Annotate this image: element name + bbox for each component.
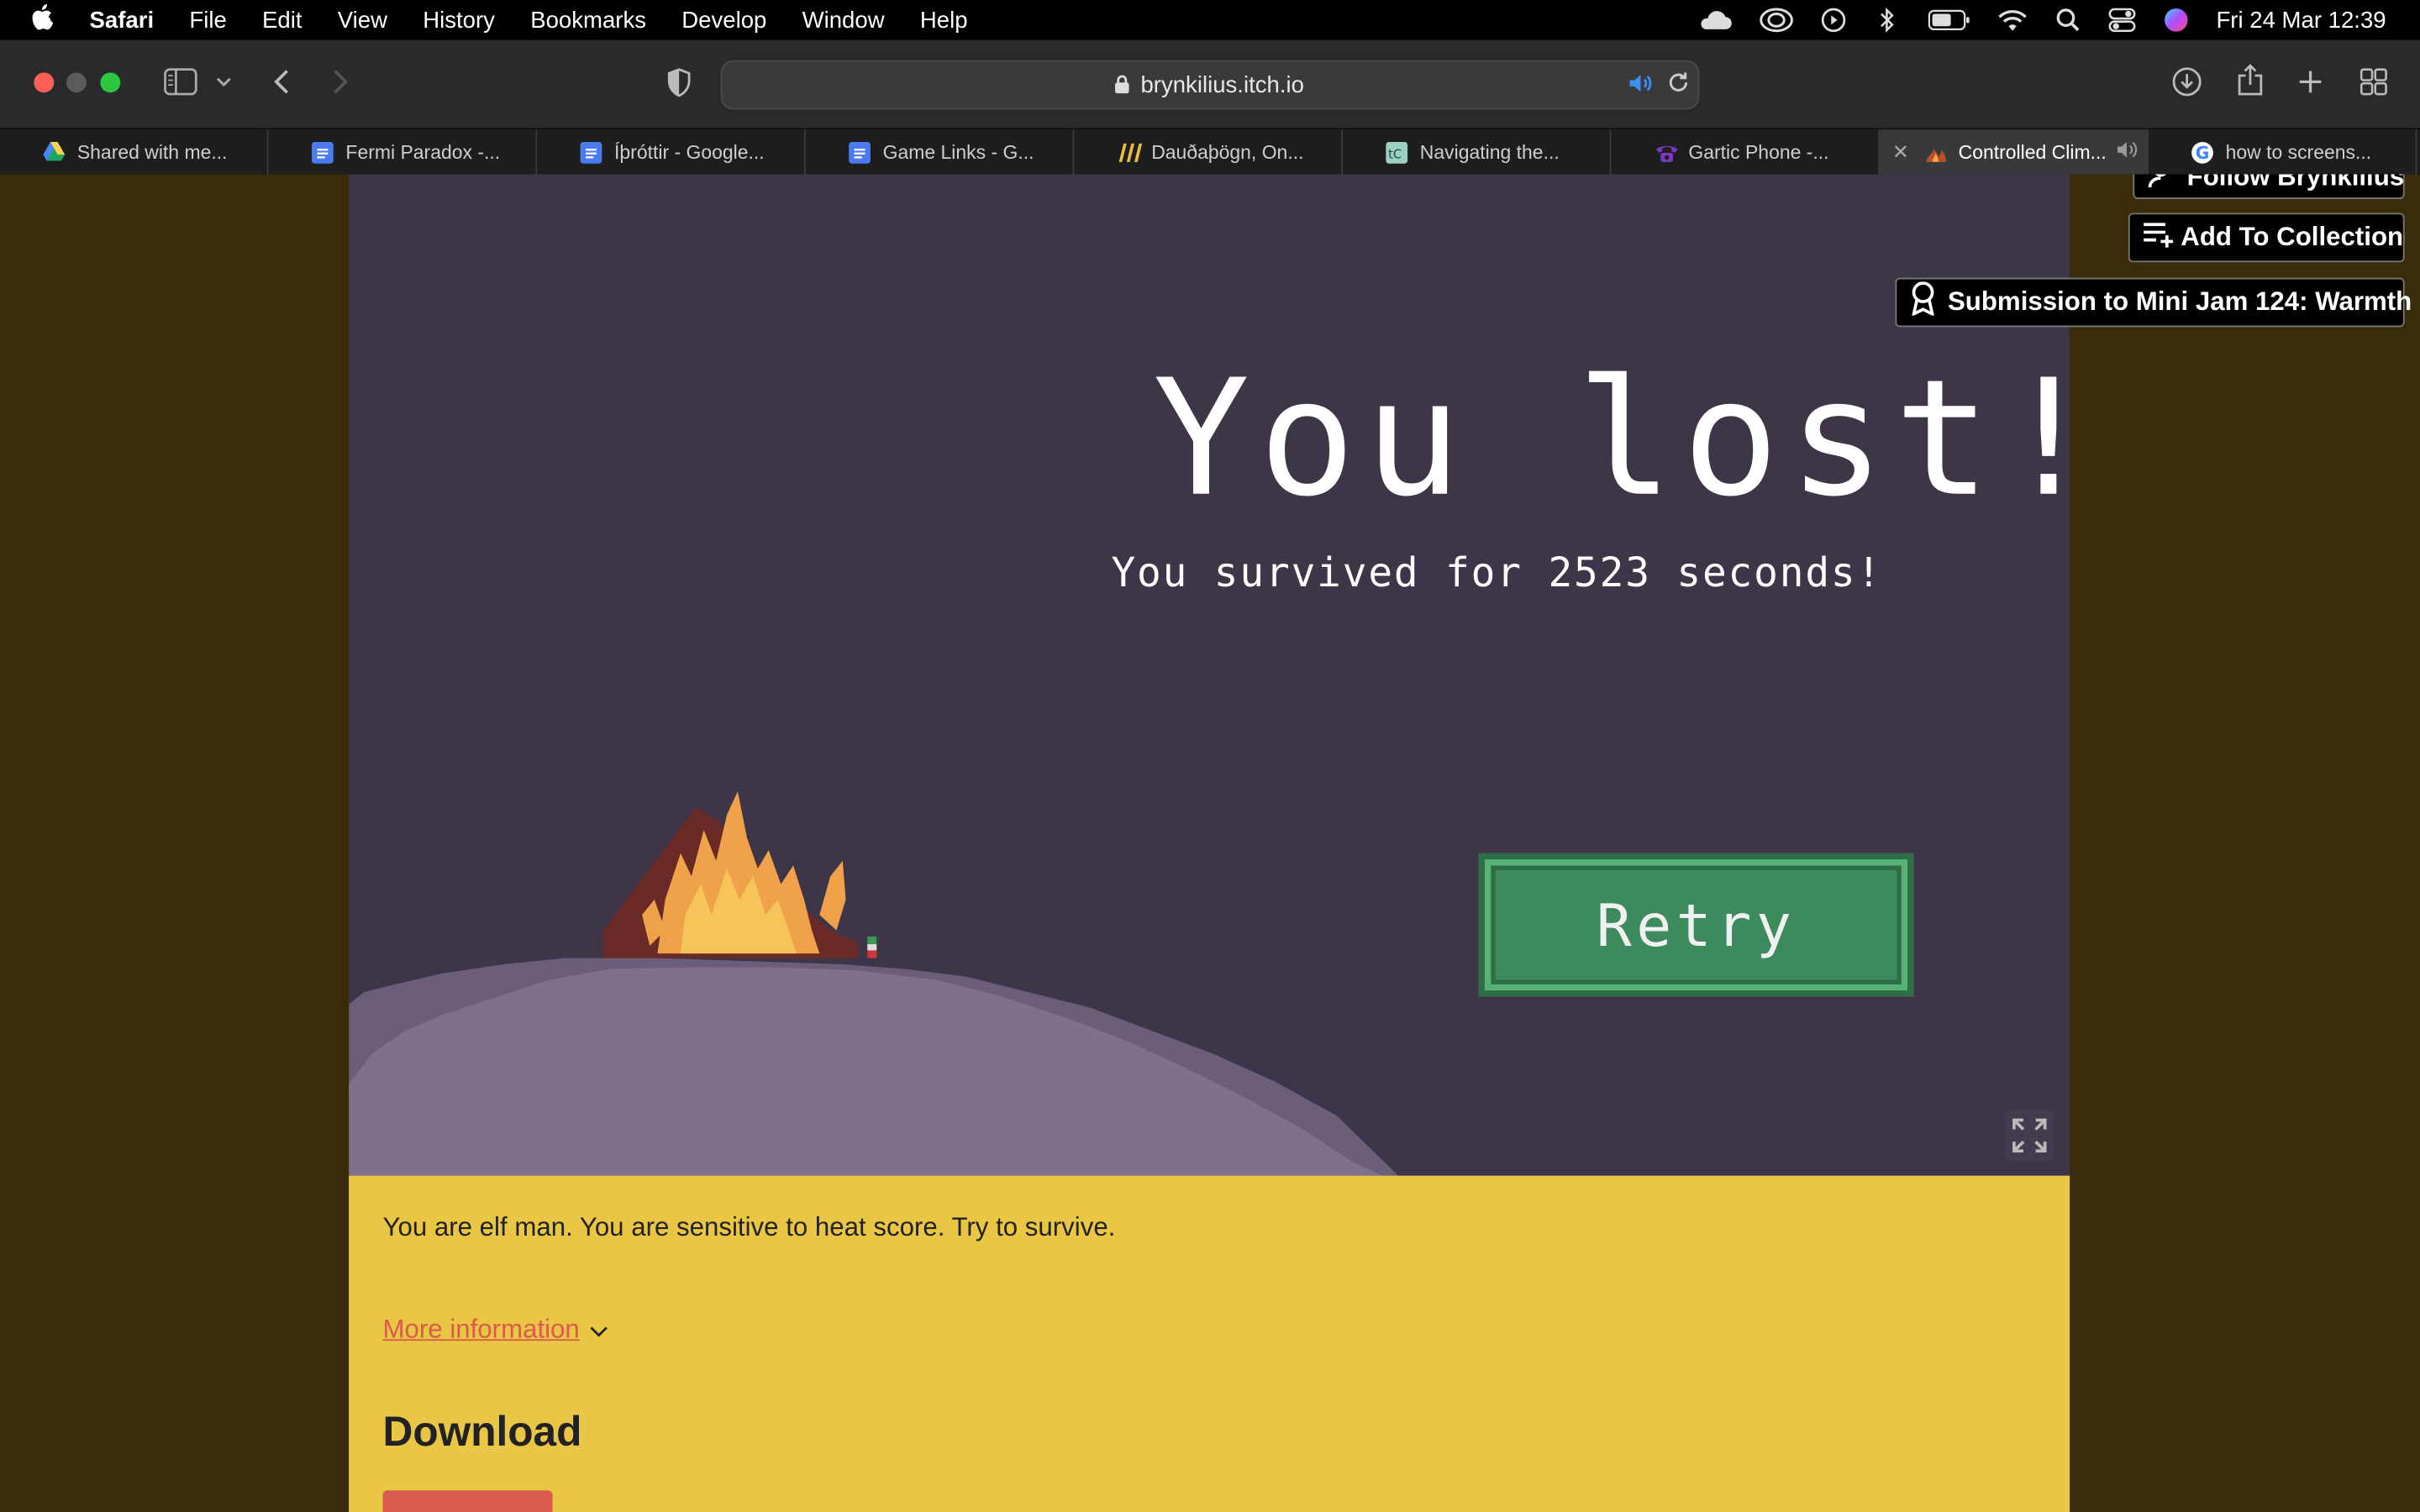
tab-fermi-paradox[interactable]: Fermi Paradox -...	[269, 129, 538, 175]
menubar-status-area: Fri 24 Mar 12:39	[1696, 0, 2420, 40]
elf-character	[867, 936, 877, 958]
macos-menubar: Safari File Edit View History Bookmarks …	[0, 0, 2420, 40]
download-button[interactable]	[382, 1490, 553, 1512]
control-center-icon[interactable]	[2108, 8, 2136, 33]
browser-toolbar: brynkilius.itch.io	[0, 39, 2420, 130]
address-text: brynkilius.itch.io	[1140, 72, 1304, 99]
playlist-add-icon	[2142, 220, 2175, 255]
game-canvas[interactable]: You lost! You survived for 2523 seconds!…	[349, 174, 2070, 1176]
siri-icon[interactable]	[2162, 8, 2190, 32]
tab-overview-icon[interactable]	[2360, 68, 2387, 96]
tab-label: Shared with me...	[76, 141, 228, 163]
tab-label: Navigating the...	[1419, 141, 1560, 163]
page-viewport: You lost! You survived for 2523 seconds!…	[0, 174, 2420, 1512]
address-bar[interactable]: brynkilius.itch.io	[720, 60, 1700, 110]
bluetooth-icon[interactable]	[1874, 8, 1902, 33]
stripes-icon	[1118, 141, 1143, 163]
back-icon[interactable]	[271, 68, 290, 96]
menu-help[interactable]: Help	[920, 7, 968, 33]
google-docs-icon	[849, 141, 871, 163]
submission-label: Submission to Mini Jam 124: Warmth	[1947, 286, 2412, 317]
icloud-icon[interactable]	[1696, 8, 1733, 32]
privacy-shield-icon[interactable]	[666, 68, 691, 97]
tab-label: Íþróttir - Google...	[614, 141, 765, 163]
tab-how-to-screenshot[interactable]: G how to screens...	[2149, 129, 2417, 175]
google-drive-icon	[43, 141, 66, 163]
game-description-panel: You are elf man. You are sensitive to he…	[349, 1175, 2070, 1512]
tab-shared-with-me[interactable]: Shared with me...	[0, 129, 269, 175]
tab-daudathogn[interactable]: Dauðaþögn, On...	[1074, 129, 1343, 175]
creative-cloud-icon[interactable]	[1760, 8, 1793, 33]
more-information-link[interactable]: More information	[383, 1315, 608, 1346]
wifi-icon[interactable]	[1997, 8, 2028, 32]
window-zoom-button[interactable]	[100, 72, 121, 93]
retry-label: Retry	[1596, 890, 1797, 959]
sidebar-toggle-icon[interactable]	[164, 68, 197, 96]
menu-window[interactable]: Window	[802, 7, 885, 33]
chevron-down-icon	[589, 1315, 608, 1346]
menubar-clock[interactable]: Fri 24 Mar 12:39	[2216, 7, 2386, 33]
campfire-sprite	[603, 791, 859, 958]
tab-close-icon[interactable]: ✕	[1892, 139, 1909, 164]
add-to-collection-button[interactable]: Add To Collection	[2128, 213, 2405, 263]
tab-label: Dauðaþögn, On...	[1151, 141, 1304, 163]
tab-label: Controlled Clim...	[1958, 141, 2107, 163]
game-scene	[349, 791, 1399, 1176]
tab-gartic-phone[interactable]: Gartic Phone -...	[1612, 129, 1881, 175]
survival-time-text: You survived for 2523 seconds!	[1111, 550, 1883, 597]
follow-button[interactable]: Follow Brynkilius	[2133, 174, 2405, 199]
tab-navigating[interactable]: tC Navigating the...	[1343, 129, 1612, 175]
menu-file[interactable]: File	[189, 7, 226, 33]
tab-audio-icon[interactable]	[2116, 140, 2138, 164]
chevron-down-icon[interactable]	[216, 76, 231, 88]
tab-bar: Shared with me... Fermi Paradox -... Íþr…	[0, 129, 2420, 175]
google-docs-icon	[312, 141, 334, 163]
apple-menu-icon[interactable]	[31, 3, 62, 38]
forward-icon[interactable]	[332, 68, 350, 96]
award-ribbon-icon	[1909, 281, 1937, 323]
window-close-button[interactable]	[34, 72, 55, 93]
reload-icon[interactable]	[1667, 71, 1691, 94]
retry-button[interactable]: Retry	[1478, 853, 1914, 997]
tab-label: how to screens...	[2225, 141, 2372, 163]
collection-label: Add To Collection	[2181, 222, 2404, 252]
game-description-text: You are elf man. You are sensitive to he…	[382, 1212, 1116, 1242]
user-icon	[2147, 174, 2178, 196]
new-tab-icon[interactable]	[2298, 70, 2323, 94]
tab-label: Game Links - G...	[882, 141, 1034, 163]
google-icon: G	[2191, 141, 2213, 163]
tc-icon: tC	[1386, 141, 1408, 163]
tab-label: Gartic Phone -...	[1688, 141, 1829, 163]
fullscreen-icon	[2012, 1118, 2047, 1153]
more-information-label: More information	[382, 1314, 580, 1344]
battery-icon[interactable]	[1928, 8, 1970, 32]
app-menu-safari[interactable]: Safari	[90, 7, 155, 33]
tab-controlled-climate[interactable]: ✕ Controlled Clim...	[1880, 129, 2149, 175]
tab-game-links[interactable]: Game Links - G...	[806, 129, 1075, 175]
menu-edit[interactable]: Edit	[262, 7, 302, 33]
game-over-title: You lost!	[1153, 344, 2070, 533]
download-heading: Download	[382, 1408, 582, 1456]
fullscreen-button[interactable]	[2004, 1110, 2054, 1161]
menu-view[interactable]: View	[338, 7, 387, 33]
tab-label: Fermi Paradox -...	[345, 141, 501, 163]
play-circle-icon[interactable]	[1819, 8, 1847, 33]
follow-label: Follow Brynkilius	[2186, 174, 2405, 192]
phone-icon	[1655, 141, 1678, 163]
tab-ithrottir[interactable]: Íþróttir - Google...	[537, 129, 806, 175]
spotlight-search-icon[interactable]	[2054, 8, 2082, 32]
menu-history[interactable]: History	[423, 7, 495, 33]
downloads-icon[interactable]	[2171, 66, 2202, 97]
google-docs-icon	[580, 141, 602, 163]
menu-develop[interactable]: Develop	[681, 7, 766, 33]
fire-icon	[1924, 141, 1946, 163]
share-icon[interactable]	[2236, 63, 2264, 97]
audio-playing-icon[interactable]	[1628, 72, 1653, 94]
svg-text:tC: tC	[1388, 146, 1402, 160]
jam-submission-badge[interactable]: Submission to Mini Jam 124: Warmth	[1895, 277, 2412, 328]
menu-bookmarks[interactable]: Bookmarks	[530, 7, 646, 33]
window-minimize-button[interactable]	[66, 72, 87, 93]
svg-text:G: G	[2196, 142, 2210, 162]
